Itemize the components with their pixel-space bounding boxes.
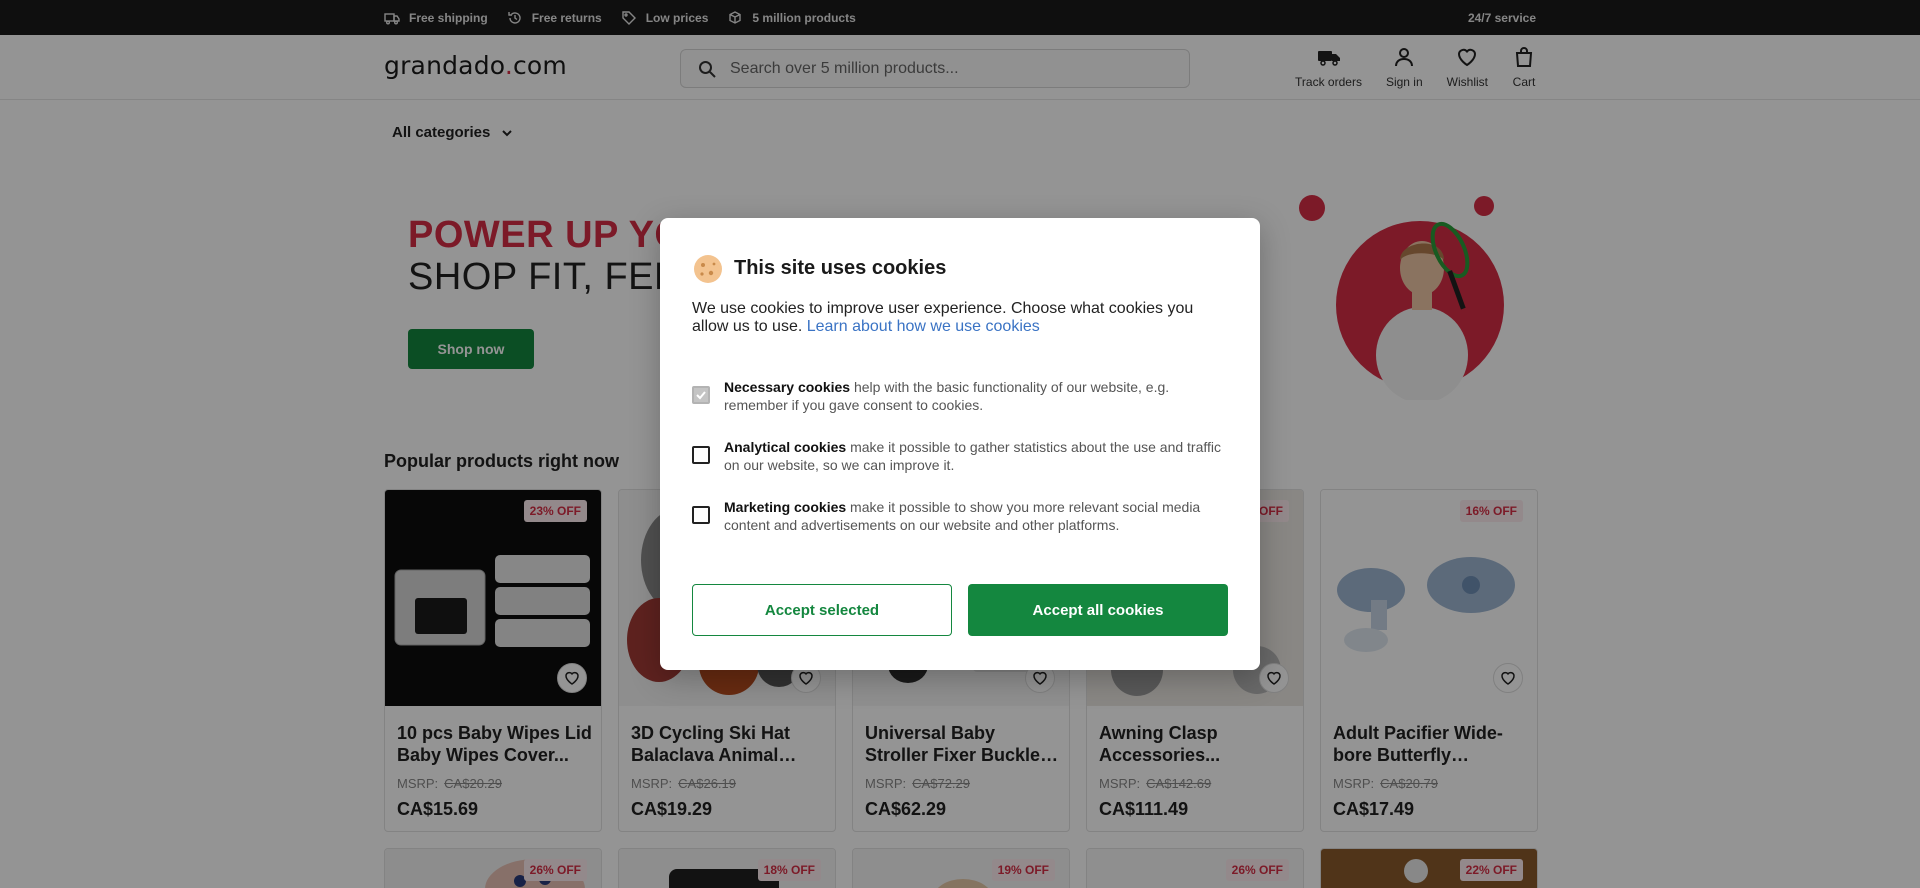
- accept-all-cookies-button[interactable]: Accept all cookies: [968, 584, 1228, 636]
- dialog-intro: We use cookies to improve user experienc…: [692, 300, 1232, 336]
- option-text: Necessary cookies help with the basic fu…: [724, 378, 1232, 414]
- cookie-icon: [694, 255, 722, 283]
- checkmark-icon: [696, 391, 706, 400]
- option-text: Analytical cookies make it possible to g…: [724, 438, 1232, 474]
- marketing-cookies-option: Marketing cookies make it possible to sh…: [692, 498, 1232, 534]
- marketing-cookies-checkbox[interactable]: [692, 506, 710, 524]
- learn-more-link[interactable]: Learn about how we use cookies: [807, 318, 1040, 335]
- dialog-title: This site uses cookies: [734, 256, 947, 279]
- option-title: Marketing cookies: [724, 499, 847, 515]
- option-title: Analytical cookies: [724, 439, 847, 455]
- analytical-cookies-option: Analytical cookies make it possible to g…: [692, 438, 1232, 474]
- option-text: Marketing cookies make it possible to sh…: [724, 498, 1232, 534]
- dialog-header: This site uses cookies: [692, 252, 946, 284]
- analytical-cookies-checkbox[interactable]: [692, 446, 710, 464]
- accept-selected-button[interactable]: Accept selected: [692, 584, 952, 636]
- cookie-consent-dialog: This site uses cookies We use cookies to…: [660, 218, 1260, 670]
- necessary-cookies-option: Necessary cookies help with the basic fu…: [692, 378, 1232, 414]
- necessary-cookies-checkbox[interactable]: [692, 386, 710, 404]
- option-title: Necessary cookies: [724, 379, 851, 395]
